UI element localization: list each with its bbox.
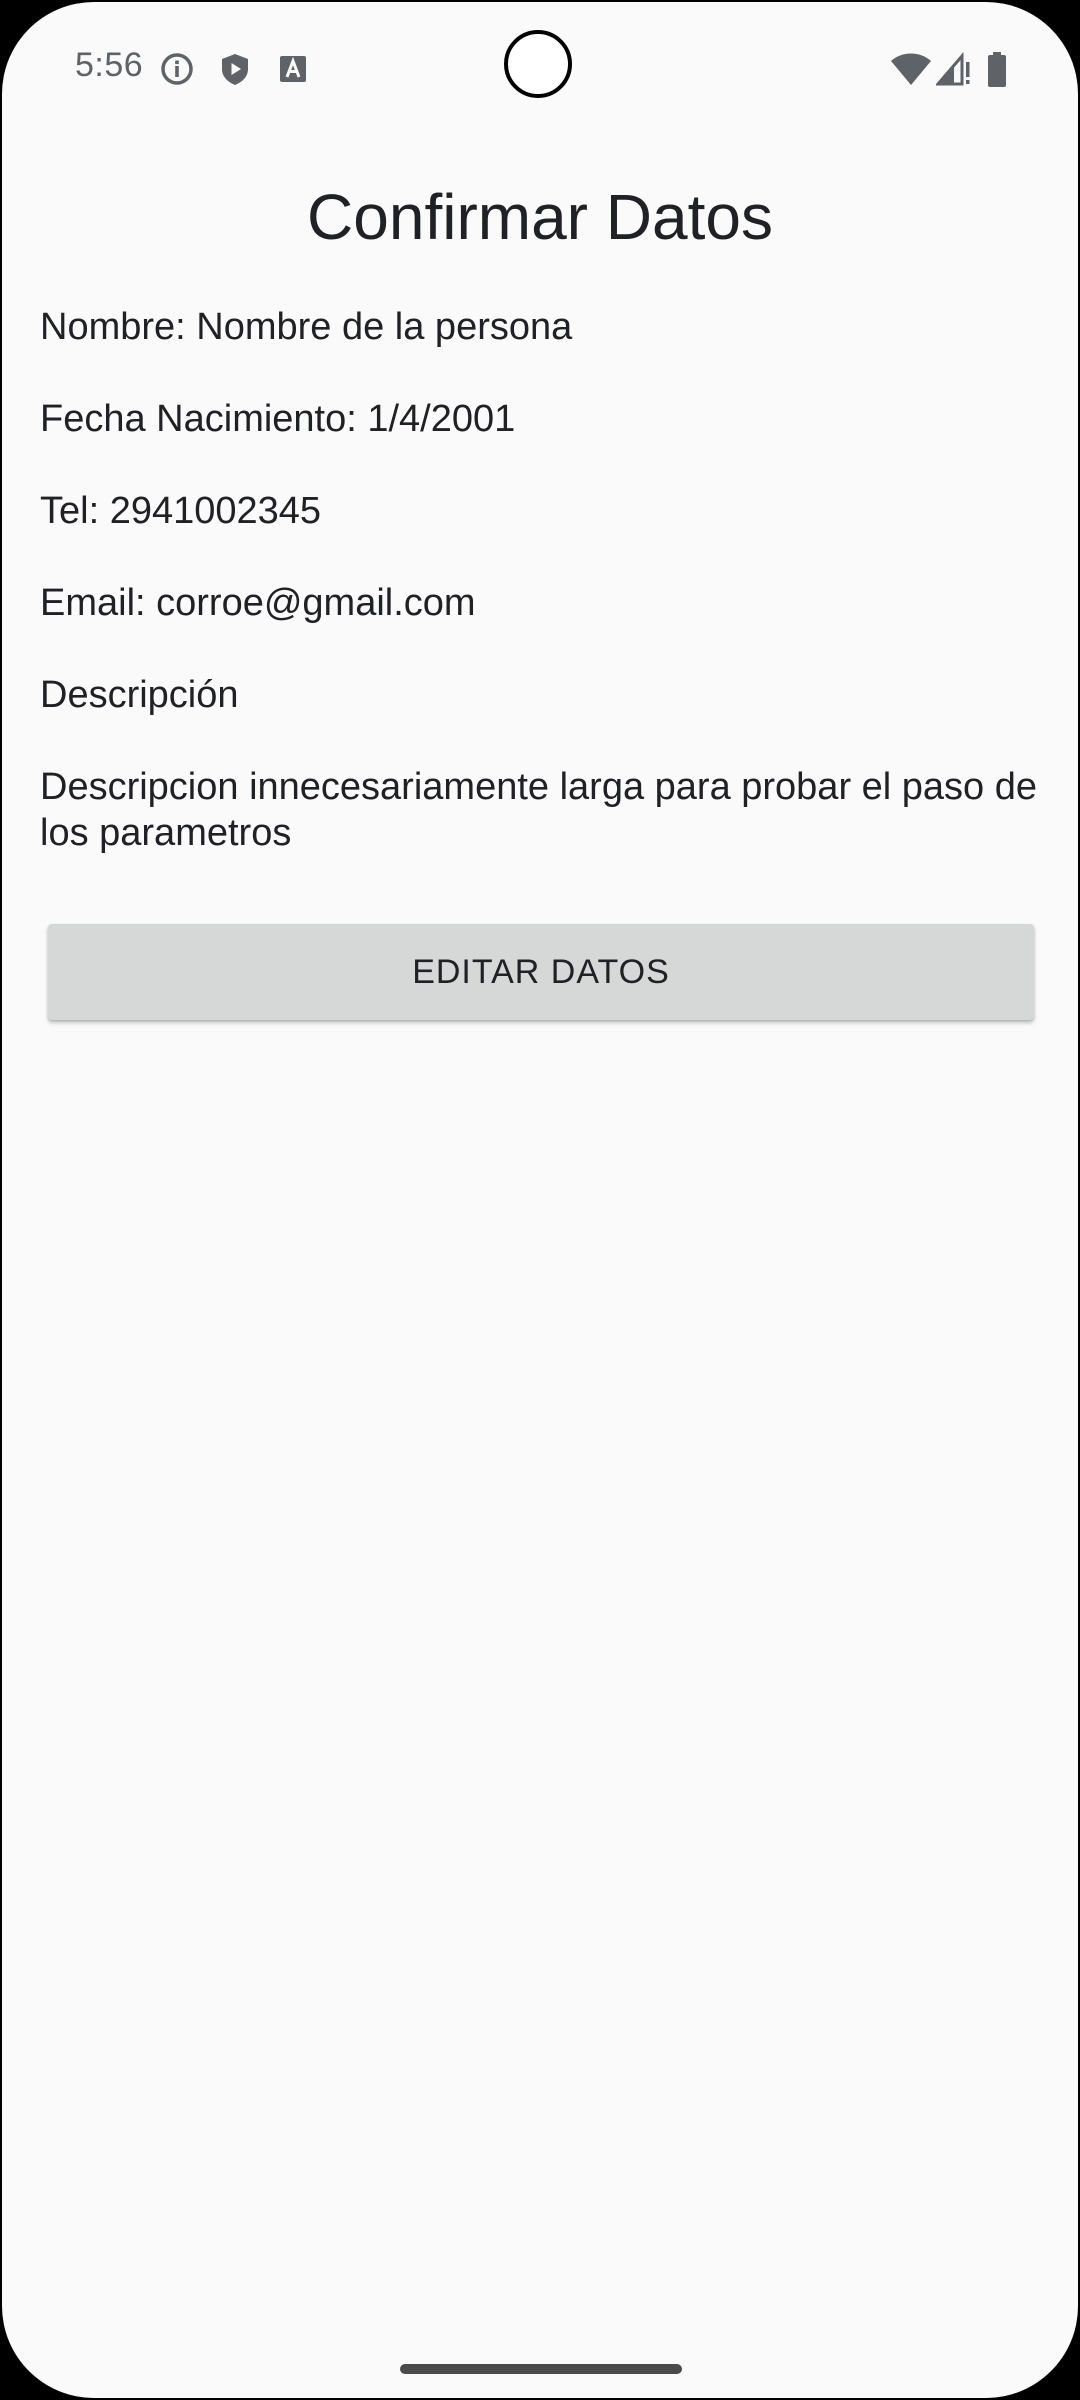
status-time: 5:56 — [75, 46, 144, 84]
camera-cutout — [504, 30, 572, 98]
font-a-icon — [276, 52, 310, 86]
edit-data-button[interactable]: EDITAR DATOS — [48, 924, 1034, 1020]
wifi-icon — [890, 52, 932, 86]
app-screen: 5:56 Confirmar Datos Nombre: Nombre de l… — [2, 2, 1078, 2398]
phone-text: Tel: 2941002345 — [40, 490, 322, 532]
name-text: Nombre: Nombre de la persona — [40, 306, 573, 348]
description-text: Descripcion innecesariamente larga para … — [40, 766, 1038, 854]
device-frame: 5:56 Confirmar Datos Nombre: Nombre de l… — [0, 0, 1080, 2400]
cellular-no-signal-icon — [934, 51, 972, 86]
birthdate-text: Fecha Nacimiento: 1/4/2001 — [40, 398, 516, 440]
email-text: Email: corroe@gmail.com — [40, 582, 476, 624]
page-title: Confirmar Datos — [307, 181, 773, 253]
description-label: Descripción — [40, 674, 239, 716]
home-indicator[interactable] — [400, 2364, 682, 2374]
info-icon — [160, 52, 194, 86]
battery-icon — [986, 52, 1008, 87]
status-bar: 5:56 — [2, 2, 1078, 132]
shield-play-icon — [218, 52, 252, 86]
